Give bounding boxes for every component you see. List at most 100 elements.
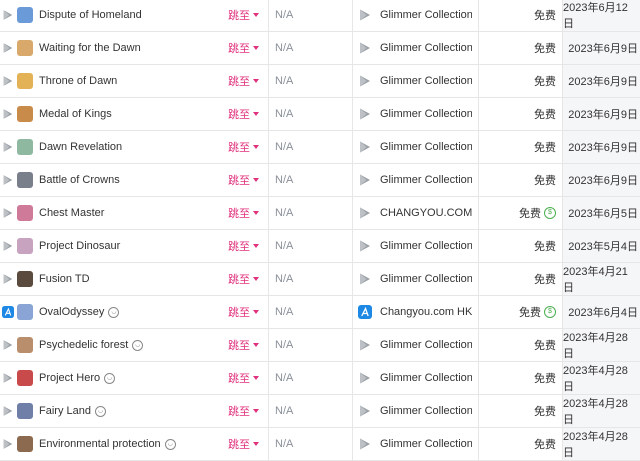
table-row[interactable]: Dawn Revelation 跳至 N/A Glimmer Collection G… [0, 131, 640, 164]
rank-value: N/A [275, 306, 294, 318]
table-row[interactable]: Waiting for the Dawn 跳至 N/A Glimmer Collect… [0, 32, 640, 65]
release-date: 2023年6月9日 [568, 76, 638, 88]
app-name-link[interactable]: Chest Master [39, 207, 104, 219]
publisher-cell[interactable]: Glimmer Collection Gc [352, 395, 478, 427]
jump-dropdown[interactable]: 跳至 [228, 197, 268, 229]
table-row[interactable]: Chest Master 跳至 N/A CHANGYOU.COM 免费 $2023年6月5… [0, 197, 640, 230]
table-row[interactable]: Dispute of Homeland 跳至 N/A Glimmer Collecti… [0, 0, 640, 32]
play-store-icon [358, 404, 372, 418]
app-name-cell: Chest Master [0, 197, 228, 229]
publisher-name[interactable]: Glimmer Collection Gc [380, 273, 472, 285]
app-name-link[interactable]: Fairy Land [39, 405, 91, 417]
jump-dropdown[interactable]: 跳至 [228, 65, 268, 97]
app-name-link[interactable]: Project Hero [39, 372, 100, 384]
publisher-cell[interactable]: Glimmer Collection Gc [352, 362, 478, 394]
jump-label: 跳至 [228, 406, 250, 418]
price-cell: 免费 [478, 362, 562, 394]
publisher-name[interactable]: Glimmer Collection Gc [380, 174, 472, 186]
publisher-name[interactable]: Glimmer Collection Gc [380, 141, 472, 153]
publisher-name[interactable]: Glimmer Collection Gc [380, 339, 472, 351]
table-row[interactable]: Battle of Crowns 跳至 N/A Glimmer Collection … [0, 164, 640, 197]
jump-label: 跳至 [228, 307, 250, 319]
publisher-cell[interactable]: Glimmer Collection Gc [352, 32, 478, 64]
publisher-name[interactable]: CHANGYOU.COM [380, 207, 472, 219]
publisher-cell[interactable]: Glimmer Collection Gc [352, 131, 478, 163]
publisher-cell[interactable]: Glimmer Collection Gc [352, 329, 478, 361]
app-name-link[interactable]: Psychedelic forest [39, 339, 128, 351]
app-name-link[interactable]: Fusion TD [39, 273, 90, 285]
table-row[interactable]: Project Hero ◡ 跳至 N/A Glimmer Collection Gc 免… [0, 362, 640, 395]
table-row[interactable]: Fairy Land◡跳至N/AGlimmer Collection Gc免费2… [0, 395, 640, 428]
publisher-name[interactable]: Glimmer Collection Gc [380, 42, 472, 54]
price-value: 免费 [534, 175, 556, 187]
jump-dropdown[interactable]: 跳至 [228, 296, 268, 328]
column-divider [268, 0, 269, 460]
table-row[interactable]: Medal of Kings 跳至 N/A Glimmer Collection Gc… [0, 98, 640, 131]
publisher-cell[interactable]: Glimmer Collection Gc [352, 428, 478, 460]
publisher-cell[interactable]: Glimmer Collection Gc [352, 98, 478, 130]
jump-dropdown[interactable]: 跳至 [228, 263, 268, 295]
jump-dropdown[interactable]: 跳至 [228, 230, 268, 262]
app-name-link[interactable]: Throne of Dawn [39, 75, 117, 87]
jump-dropdown[interactable]: 跳至 [228, 98, 268, 130]
price-value: 免费 [534, 439, 556, 451]
table-row[interactable]: Throne of Dawn 跳至 N/A Glimmer Collection Gc… [0, 65, 640, 98]
app-name-link[interactable]: Battle of Crowns [39, 174, 120, 186]
jump-dropdown[interactable]: 跳至 [228, 395, 268, 427]
jump-dropdown[interactable]: 跳至 [228, 164, 268, 196]
app-icon [17, 139, 33, 155]
app-name-link[interactable]: Medal of Kings [39, 108, 112, 120]
release-date: 2023年4月28日 [563, 398, 628, 426]
jump-label: 跳至 [228, 340, 250, 352]
publisher-name[interactable]: Glimmer Collection Gc [380, 75, 472, 87]
table-row[interactable]: Fusion TD 跳至 N/A Glimmer Collection Gc 免费 202… [0, 263, 640, 296]
app-name-link[interactable]: Waiting for the Dawn [39, 42, 141, 54]
app-icon [17, 40, 33, 56]
jump-dropdown[interactable]: 跳至 [228, 362, 268, 394]
publisher-cell[interactable]: CHANGYOU.COM [352, 197, 478, 229]
app-name-link[interactable]: Project Dinosaur [39, 240, 120, 252]
app-name-link[interactable]: Environmental protection [39, 438, 161, 450]
app-name-cell: Environmental protection ◡ [0, 428, 228, 460]
jump-dropdown[interactable]: 跳至 [228, 131, 268, 163]
release-date-cell: 2023年6月9日 [562, 131, 640, 163]
app-name-cell: Throne of Dawn [0, 65, 228, 97]
caret-down-icon [253, 277, 259, 281]
app-name-cell: Project Dinosaur [0, 230, 228, 262]
publisher-name[interactable]: Glimmer Collection Gc [380, 108, 472, 120]
publisher-name[interactable]: Glimmer Collection Gc [380, 9, 472, 21]
play-store-icon [2, 141, 14, 153]
price-cell: 免费 [478, 32, 562, 64]
caret-down-icon [253, 211, 259, 215]
release-date-cell: 2023年6月5日 [562, 197, 640, 229]
app-icon [17, 172, 33, 188]
publisher-name[interactable]: Changyou.com HK Lin [380, 306, 472, 318]
app-name-link[interactable]: Dispute of Homeland [39, 9, 142, 21]
publisher-cell[interactable]: Glimmer Collection Gc [352, 65, 478, 97]
publisher-name[interactable]: Glimmer Collection Gc [380, 405, 472, 417]
rank-value: N/A [275, 75, 294, 87]
rank-cell: N/A [268, 362, 352, 394]
publisher-name[interactable]: Glimmer Collection Gc [380, 240, 472, 252]
play-store-icon [358, 41, 372, 55]
price-cell: 免费 [478, 65, 562, 97]
jump-dropdown[interactable]: 跳至 [228, 32, 268, 64]
publisher-cell[interactable]: Glimmer Collection Gc [352, 164, 478, 196]
app-name-link[interactable]: OvalOdyssey [39, 306, 104, 318]
publisher-name[interactable]: Glimmer Collection Gc [380, 372, 472, 384]
app-name-link[interactable]: Dawn Revelation [39, 141, 122, 153]
publisher-cell[interactable]: Glimmer Collection Gc [352, 230, 478, 262]
jump-dropdown[interactable]: 跳至 [228, 428, 268, 460]
publisher-name[interactable]: Glimmer Collection Gc [380, 438, 472, 450]
jump-dropdown[interactable]: 跳至 [228, 329, 268, 361]
rank-cell: N/A [268, 0, 352, 31]
table-row[interactable]: Environmental protection ◡ 跳至 N/A Glimmer Co… [0, 428, 640, 461]
table-row[interactable]: OvalOdyssey◡跳至N/AChangyou.com HK Lin免费$2… [0, 296, 640, 329]
table-row[interactable]: Project Dinosaur 跳至 N/A Glimmer Collection … [0, 230, 640, 263]
jump-dropdown[interactable]: 跳至 [228, 0, 268, 31]
publisher-cell[interactable]: Glimmer Collection Gc [352, 263, 478, 295]
release-date: 2023年6月12日 [563, 2, 628, 30]
publisher-cell[interactable]: Changyou.com HK Lin [352, 296, 478, 328]
publisher-cell[interactable]: Glimmer Collection Gc [352, 0, 478, 31]
table-row[interactable]: Psychedelic forest ◡ 跳至 N/A Glimmer Collecti… [0, 329, 640, 362]
